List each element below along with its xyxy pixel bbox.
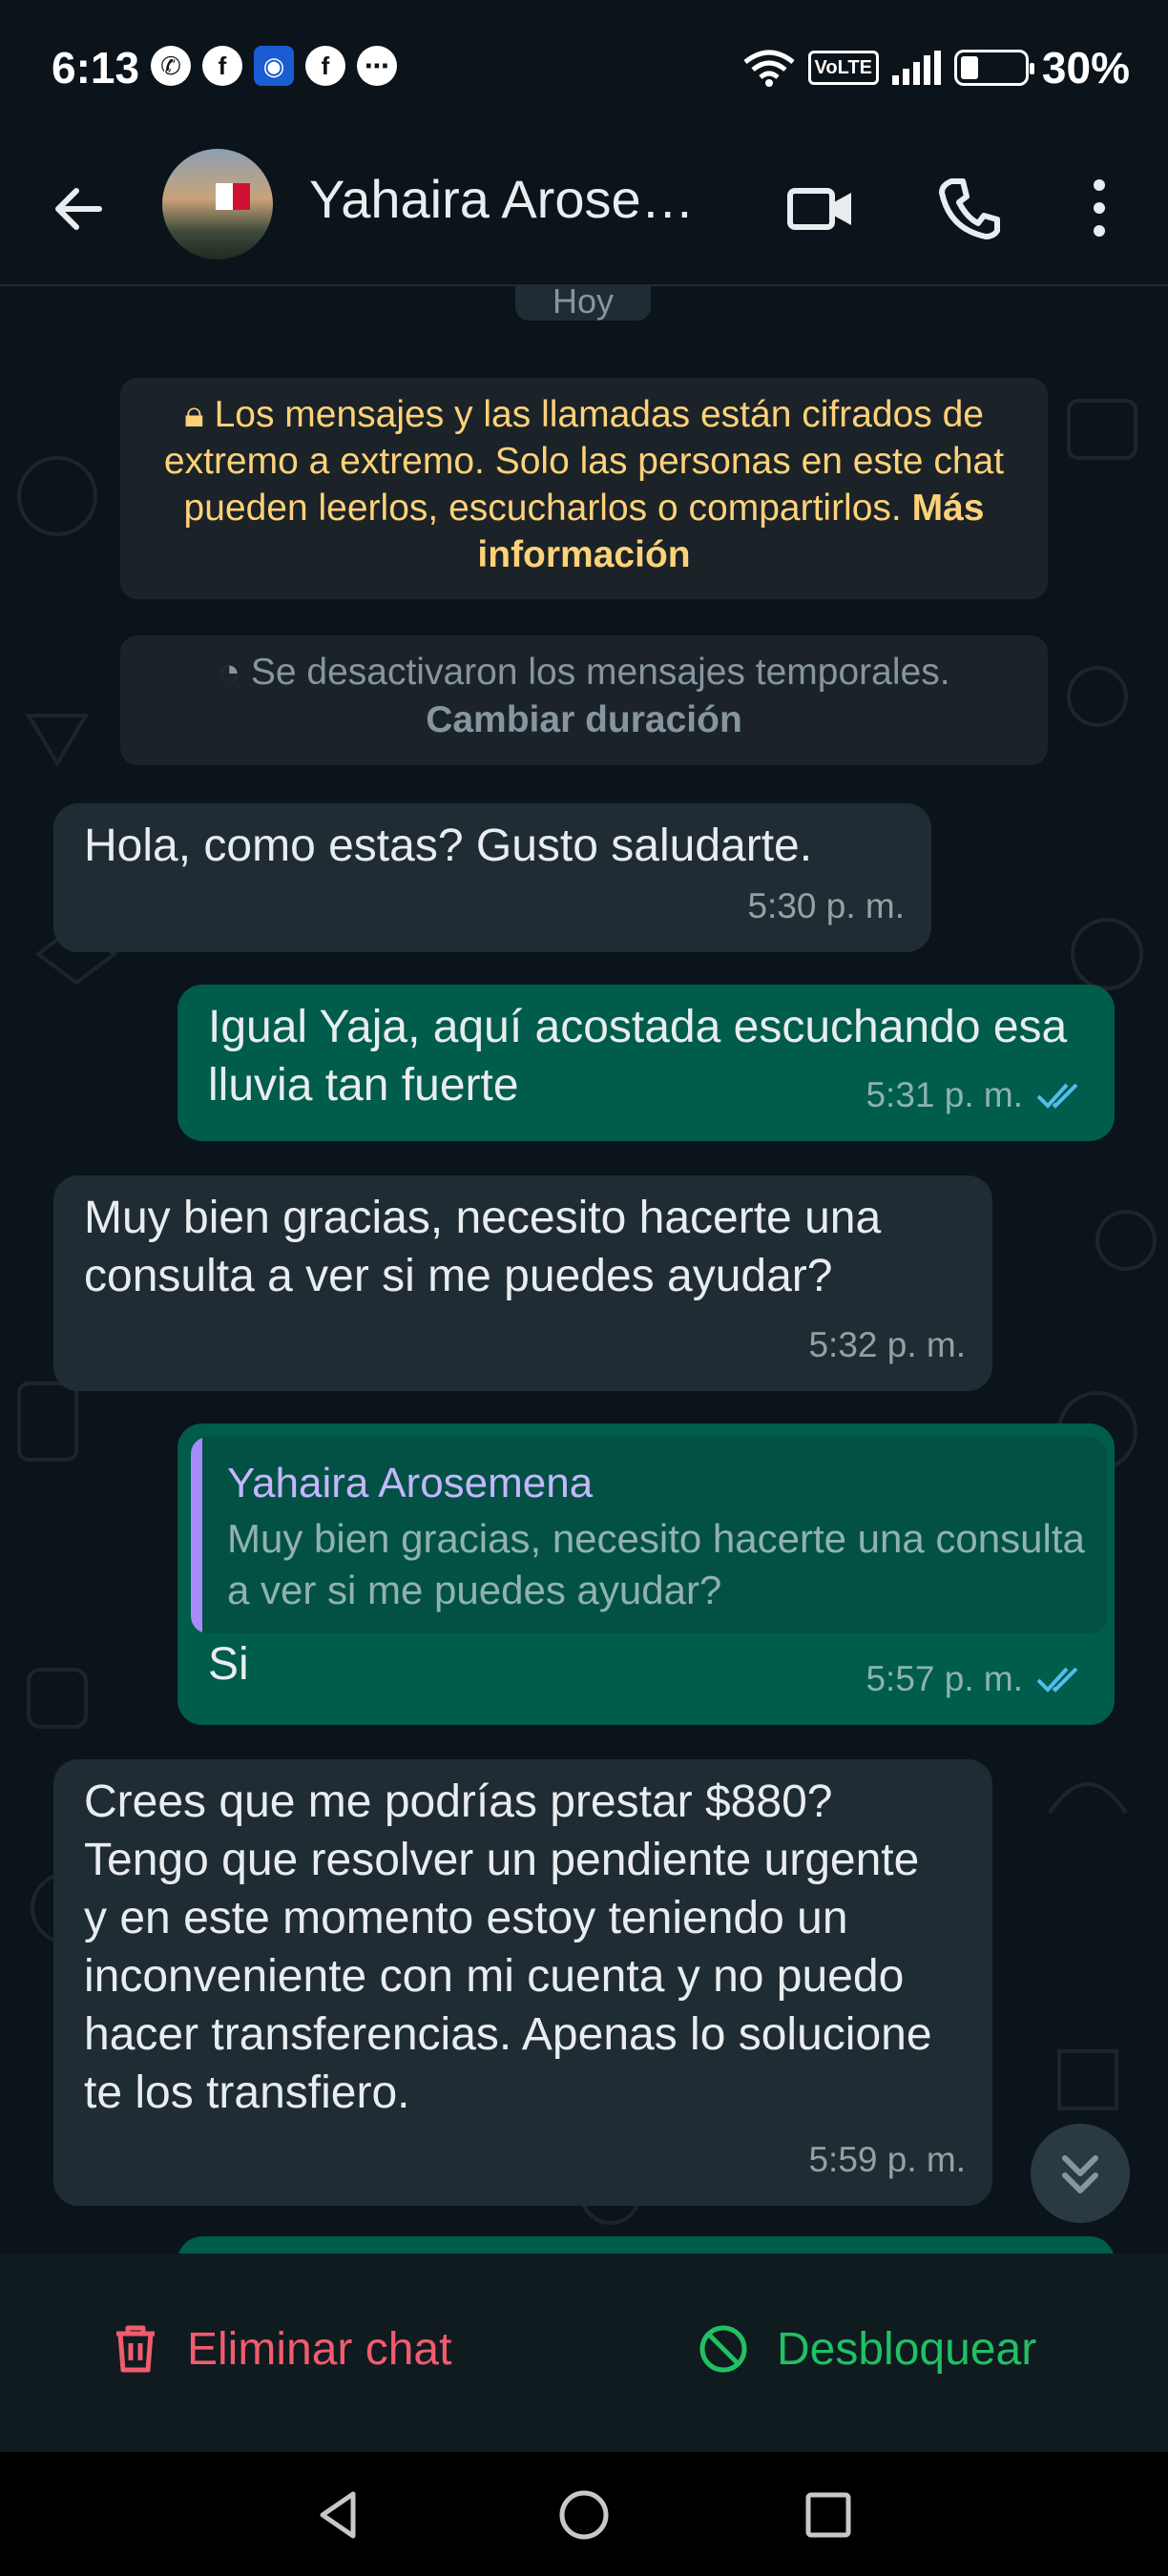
chat-header: Yahaira Arosemena	[0, 141, 1168, 286]
delete-chat-label: Eliminar chat	[187, 2323, 452, 2375]
signal-icon	[891, 51, 941, 85]
nav-recents-icon[interactable]	[800, 2486, 857, 2544]
facebook-icon: f	[305, 46, 345, 86]
nav-back-icon[interactable]	[311, 2486, 368, 2544]
change-duration-link[interactable]: Cambiar duración	[426, 699, 742, 740]
message-time: 5:32 p. m.	[808, 1325, 966, 1364]
temporary-notice-text: Se desactivaron los mensajes temporales.	[250, 652, 950, 693]
unblock-button[interactable]: Desbloquear	[697, 2322, 1036, 2376]
status-time: 6:13	[52, 43, 140, 93]
facebook-icon: f	[202, 46, 242, 86]
status-bar: 6:13 ✆ f ◉ f ⋯ VoLTE 30%	[0, 0, 1168, 141]
more-options-icon[interactable]	[1061, 170, 1137, 246]
message-text: Hola, como estas? Gusto saludarte.	[84, 821, 813, 871]
unblock-label: Desbloquear	[777, 2323, 1037, 2375]
chat-area[interactable]: Hoy 🔒︎ Los mensajes y las llamadas están…	[0, 286, 1168, 2254]
quoted-text: Muy bien gracias, necesito hacerte una c…	[227, 1516, 1085, 1612]
message-bubble-incoming[interactable]: Hola, como estas? Gusto saludarte. 5:30 …	[53, 803, 931, 952]
delete-chat-button[interactable]: Eliminar chat	[111, 2322, 451, 2376]
message-text: Muy bien gracias, necesito hacerte una c…	[84, 1193, 882, 1301]
message-bubble-incoming[interactable]: Crees que me podrías prestar $880? Tengo…	[53, 1759, 992, 2206]
lock-icon: 🔒︎	[183, 394, 215, 435]
encryption-notice-text: Los mensajes y las llamadas están cifrad…	[163, 394, 1005, 529]
message-time: 5:30 p. m.	[747, 886, 905, 925]
battery-percent: 30%	[1041, 43, 1130, 93]
battery-icon	[953, 50, 1034, 86]
avatar[interactable]	[162, 149, 273, 260]
notification-icons: ✆ f ◉ f ⋯	[151, 46, 397, 86]
blocked-contact-actions: Eliminar chat Desbloquear	[0, 2254, 1168, 2452]
wifi-icon	[742, 50, 795, 87]
message-time: 5:31 p. m.	[866, 1066, 1088, 1124]
message-text: Si	[208, 1639, 249, 1690]
scroll-to-bottom-button[interactable]	[1031, 2124, 1130, 2223]
quoted-sender: Yahaira Arosemena	[227, 1460, 594, 1506]
whatsapp-icon: ✆	[151, 46, 191, 86]
date-label: Hoy	[515, 286, 651, 321]
read-ticks-icon	[1036, 1083, 1078, 1109]
timer-icon: ◔	[218, 652, 251, 693]
contact-name[interactable]: Yahaira Arosemena	[309, 168, 739, 230]
double-chevron-down-icon	[1062, 2155, 1098, 2193]
temporary-messages-notice[interactable]: ◔ Se desactivaron los mensajes temporale…	[120, 635, 1048, 765]
read-ticks-icon	[1036, 1667, 1078, 1693]
message-bubble-outgoing-partial[interactable]	[177, 2236, 1115, 2254]
phone-icon[interactable]	[930, 170, 1007, 246]
block-icon	[699, 2325, 747, 2373]
message-text: Crees que me podrías prestar $880? Tengo…	[84, 1776, 932, 2118]
status-right: VoLTE 30%	[742, 42, 1130, 93]
quoted-message[interactable]: Yahaira Arosemena Muy bien gracias, nece…	[191, 1437, 1107, 1633]
system-navigation-bar	[0, 2452, 1168, 2576]
back-arrow-icon[interactable]	[46, 176, 113, 242]
eye-app-icon: ◉	[254, 46, 294, 86]
message-time: 5:57 p. m.	[866, 1650, 1088, 1708]
message-bubble-outgoing-reply[interactable]: Yahaira Arosemena Muy bien gracias, nece…	[177, 1423, 1115, 1725]
nav-home-icon[interactable]	[555, 2486, 613, 2544]
encryption-notice[interactable]: 🔒︎ Los mensajes y las llamadas están cif…	[120, 378, 1048, 599]
flag-icon	[216, 183, 250, 210]
trash-icon	[116, 2325, 155, 2373]
messenger-icon: ⋯	[357, 46, 397, 86]
volte-icon: VoLTE	[807, 51, 879, 85]
message-bubble-incoming[interactable]: Muy bien gracias, necesito hacerte una c…	[53, 1175, 992, 1391]
message-time: 5:59 p. m.	[808, 2140, 966, 2179]
video-call-icon[interactable]	[782, 170, 859, 246]
message-bubble-outgoing[interactable]: Igual Yaja, aquí acostada escuchando esa…	[177, 985, 1115, 1141]
